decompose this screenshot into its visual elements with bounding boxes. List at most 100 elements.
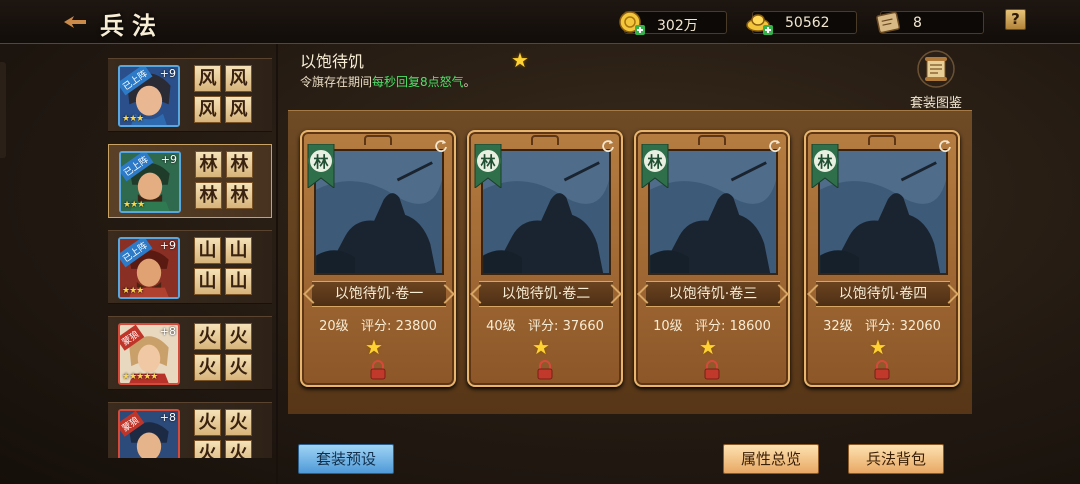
- ingots-counter[interactable]: 50562: [746, 11, 857, 35]
- hero-portrait: 蒙狼 +8: [118, 409, 180, 458]
- panel-divider: [276, 44, 278, 484]
- suit-gallery-label: 套装图鉴: [909, 96, 962, 111]
- art-cards-panel: 林 以饱待饥·卷一 20级 评分: 23800 ★ 林 以饱待饥·卷二 40级 …: [288, 110, 972, 414]
- star-icon: ★: [699, 335, 717, 359]
- scrolls-counter[interactable]: 8: [876, 11, 984, 34]
- art-glyph: 风: [225, 96, 252, 123]
- skill-description: 令旗存在期间每秒回复8点怒气。: [300, 73, 476, 90]
- star-icon: ★: [532, 335, 550, 359]
- equipped-art-glyphs: 山 山 山 山: [194, 237, 254, 299]
- art-glyph: 火: [225, 440, 252, 458]
- star-icon: ★: [365, 335, 383, 359]
- art-bag-button[interactable]: 兵法背包: [848, 444, 944, 474]
- card-stats: 40级 评分: 37660: [469, 315, 621, 334]
- attribute-overview-button[interactable]: 属性总览: [723, 444, 819, 474]
- lock-icon[interactable]: [702, 360, 722, 380]
- side-drawer-handle[interactable]: [0, 62, 6, 158]
- hero-level: +8: [159, 325, 176, 338]
- art-card[interactable]: 林 以饱待饥·卷四 32级 评分: 32060 ★: [804, 130, 960, 387]
- card-name: 以饱待饥·卷三: [646, 281, 780, 307]
- equipped-art-glyphs: 风 风 风 风: [194, 65, 254, 127]
- coins-counter[interactable]: 302万: [619, 11, 727, 35]
- hero-portrait: 蒙狼 +8 ★★★★★: [118, 323, 180, 385]
- hero-level: +8: [159, 411, 176, 424]
- gold-ingot-icon: [746, 14, 773, 35]
- help-button[interactable]: ?: [1005, 9, 1026, 30]
- refresh-icon[interactable]: [938, 138, 952, 152]
- refresh-icon[interactable]: [601, 138, 615, 152]
- art-glyph: 火: [194, 323, 221, 350]
- card-level: 20级: [319, 319, 349, 334]
- svg-text:林: 林: [817, 153, 833, 171]
- art-glyph: 火: [225, 323, 252, 350]
- hero-row[interactable]: 已上阵 +9 ★★★ 山 山 山 山: [108, 230, 272, 304]
- card-score-label: 评分:: [528, 319, 559, 334]
- art-glyph: 山: [194, 237, 221, 264]
- svg-text:林: 林: [480, 153, 496, 171]
- suit-gallery-button[interactable]: 套装图鉴: [904, 50, 968, 111]
- hero-portrait: 已上阵 +9 ★★★: [118, 237, 180, 299]
- hero-list[interactable]: 已上阵 +9 ★★★ 风 风 风 风 已上阵 +9 ★★★ 林 林 林 林 已上…: [108, 58, 272, 458]
- card-stats: 32级 评分: 32060: [806, 315, 958, 334]
- equipped-art-glyphs: 火 火 火 火: [194, 323, 254, 385]
- forest-badge-icon: 林: [811, 144, 839, 188]
- star-icon: ★: [511, 48, 529, 72]
- art-glyph: 山: [194, 268, 221, 295]
- coins-value: 302万: [657, 18, 698, 34]
- card-name: 以饱待饥·卷一: [312, 281, 446, 307]
- hero-level: +9: [159, 67, 176, 80]
- equipped-art-glyphs: 林 林 林 林: [195, 151, 255, 213]
- refresh-icon[interactable]: [434, 138, 448, 152]
- art-card[interactable]: 林 以饱待饥·卷一 20级 评分: 23800 ★: [300, 130, 456, 387]
- card-cap: [531, 135, 559, 145]
- top-bar: 兵法 302万 50562 8 ?: [0, 0, 1080, 44]
- art-card[interactable]: 林 以饱待饥·卷二 40级 评分: 37660 ★: [467, 130, 623, 387]
- scroll-book-icon: [917, 50, 955, 88]
- equipped-art-glyphs: 火 火 火 火: [194, 409, 254, 458]
- hero-row[interactable]: 蒙狼 +8 火 火 火 火: [108, 402, 272, 458]
- art-glyph: 火: [225, 409, 252, 436]
- card-name: 以饱待饥·卷四: [816, 281, 950, 307]
- art-card[interactable]: 林 以饱待饥·卷三 10级 评分: 18600 ★: [634, 130, 790, 387]
- card-score-label: 评分:: [865, 319, 896, 334]
- back-arrow-icon[interactable]: [62, 14, 88, 30]
- desc-highlight: 每秒回复8点怒气: [372, 75, 464, 89]
- card-level: 32级: [823, 319, 853, 334]
- suit-preset-button[interactable]: 套装预设: [298, 444, 394, 474]
- hero-row[interactable]: 蒙狼 +8 ★★★★★ 火 火 火 火: [108, 316, 272, 390]
- hero-row-selected[interactable]: 已上阵 +9 ★★★ 林 林 林 林: [108, 144, 272, 218]
- lock-icon[interactable]: [872, 360, 892, 380]
- hero-row[interactable]: 已上阵 +9 ★★★ 风 风 风 风: [108, 58, 272, 132]
- lock-icon[interactable]: [535, 360, 555, 380]
- hero-stars: ★★★: [122, 286, 144, 296]
- card-score: 23800: [395, 319, 437, 334]
- scroll-icon: [876, 11, 901, 34]
- art-glyph: 火: [194, 440, 221, 458]
- hero-portrait: 已上阵 +9 ★★★: [119, 151, 181, 213]
- lock-icon[interactable]: [368, 360, 388, 380]
- forest-badge-icon: 林: [474, 144, 502, 188]
- card-score: 32060: [899, 319, 941, 334]
- card-stats: 20级 评分: 23800: [302, 315, 454, 334]
- art-glyph: 火: [225, 354, 252, 381]
- forest-badge-icon: 林: [307, 144, 335, 188]
- art-glyph: 火: [194, 354, 221, 381]
- refresh-icon[interactable]: [768, 138, 782, 152]
- forest-badge-icon: 林: [641, 144, 669, 188]
- art-glyph: 火: [194, 409, 221, 436]
- art-glyph: 风: [194, 65, 221, 92]
- svg-text:林: 林: [647, 153, 663, 171]
- hero-portrait: 已上阵 +9 ★★★: [118, 65, 180, 127]
- art-glyph: 山: [225, 237, 252, 264]
- card-level: 40级: [486, 319, 516, 334]
- art-glyph: 山: [225, 268, 252, 295]
- art-glyph: 林: [195, 182, 222, 209]
- card-stats: 10级 评分: 18600: [636, 315, 788, 334]
- card-score: 18600: [729, 319, 771, 334]
- desc-text: 。: [463, 75, 476, 89]
- art-glyph: 风: [194, 96, 221, 123]
- hero-level: +9: [159, 239, 176, 252]
- card-score-label: 评分:: [695, 319, 726, 334]
- card-cap: [364, 135, 392, 145]
- art-glyph: 林: [226, 182, 253, 209]
